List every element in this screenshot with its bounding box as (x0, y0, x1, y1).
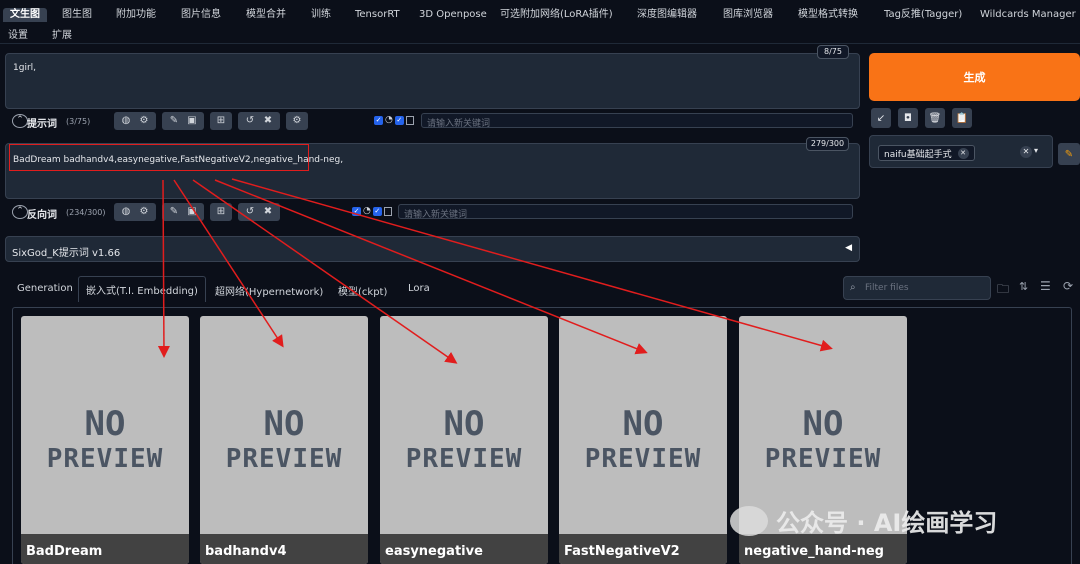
annotation-arrow (214, 179, 648, 355)
annotation-arrow (231, 178, 833, 352)
annotation-arrow (157, 179, 170, 358)
annotation-arrows (157, 178, 833, 364)
annotation-arrow (192, 179, 458, 364)
